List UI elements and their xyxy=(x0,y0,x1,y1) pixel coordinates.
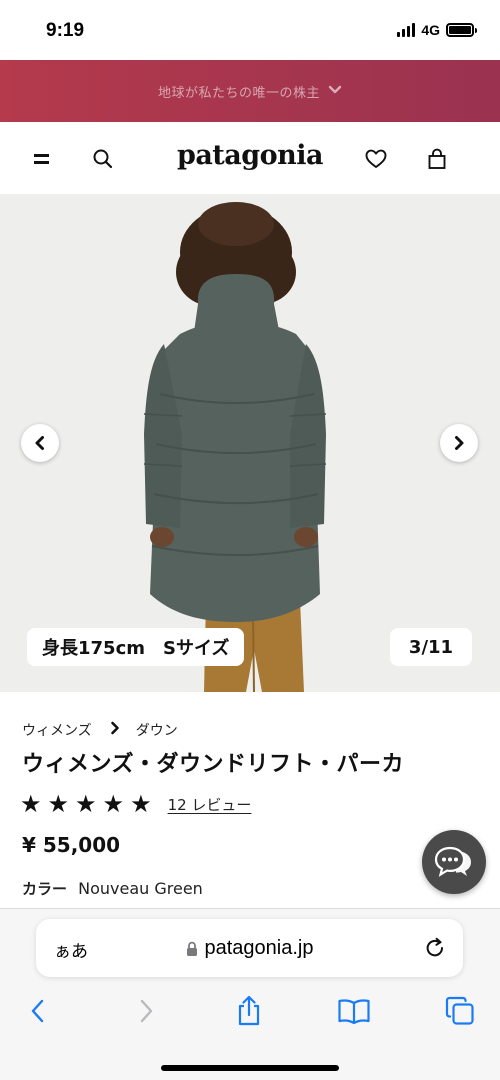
battery-level xyxy=(449,26,471,34)
reload-icon xyxy=(426,937,444,957)
browser-forward-button[interactable] xyxy=(128,993,164,1029)
reload-button[interactable] xyxy=(422,935,448,961)
browser-toolbar: ぁあ patagonia.jp xyxy=(0,908,500,1080)
product-rating[interactable]: ★ ★ ★ ★ ★ 12 レビュー xyxy=(20,792,251,816)
product-price: ¥ 55,000 xyxy=(22,833,121,857)
status-bar: 9:19 4G xyxy=(0,0,500,60)
star-icon: ★ xyxy=(102,790,125,818)
url-text: patagonia.jp xyxy=(204,937,314,959)
model-size-caption: 身長175cm Sサイズ xyxy=(27,628,245,666)
product-photo xyxy=(0,194,500,692)
reviews-link[interactable]: 12 レビュー xyxy=(168,794,252,815)
status-indicators: 4G xyxy=(397,22,477,38)
color-value: Nouveau Green xyxy=(78,879,203,898)
star-icon: ★ xyxy=(130,790,152,818)
back-icon xyxy=(31,999,44,1023)
bookmarks-button[interactable] xyxy=(336,993,372,1029)
battery-icon xyxy=(446,23,477,37)
forward-icon xyxy=(140,999,153,1023)
product-info: ウィメンズ ダウン ウィメンズ・ダウンドリフト・パーカ ★ ★ ★ ★ ★ 12 レビュ… xyxy=(0,692,500,908)
next-image-button[interactable] xyxy=(440,424,478,462)
browser-back-button[interactable] xyxy=(20,993,56,1029)
lock-icon xyxy=(186,941,197,956)
chat-bubbles-icon xyxy=(434,846,471,877)
star-icon: ★ xyxy=(20,790,42,818)
home-indicator xyxy=(161,1065,339,1071)
chevron-down-icon xyxy=(328,83,342,99)
promo-text: 地球が私たちの唯一の株主 xyxy=(157,85,320,101)
tabs-icon xyxy=(445,996,474,1025)
product-image-gallery[interactable]: 身長175cm Sサイズ 3/11 xyxy=(0,194,500,692)
star-rating: ★ ★ ★ ★ ★ xyxy=(20,792,152,816)
network-label: 4G xyxy=(421,22,440,38)
heart-icon[interactable] xyxy=(361,144,391,174)
address-bar[interactable]: ぁあ patagonia.jp xyxy=(36,919,463,977)
bookmarks-icon xyxy=(338,999,370,1024)
star-icon: ★ xyxy=(47,790,70,818)
image-counter: 3/11 xyxy=(390,628,472,666)
breadcrumb-item-womens[interactable]: ウィメンズ xyxy=(22,720,92,740)
chevron-left-icon xyxy=(35,436,44,450)
promo-banner[interactable]: 地球が私たちの唯一の株主 xyxy=(0,60,500,122)
cellular-signal-icon xyxy=(397,23,416,37)
bag-icon[interactable] xyxy=(422,144,452,174)
chevron-right-icon xyxy=(110,721,120,739)
share-icon xyxy=(238,995,260,1026)
color-label: カラー xyxy=(22,880,68,898)
breadcrumb: ウィメンズ ダウン xyxy=(22,720,178,740)
chevron-right-icon xyxy=(455,436,464,450)
star-icon: ★ xyxy=(75,790,97,818)
site-header: patagonia xyxy=(0,122,500,194)
share-button[interactable] xyxy=(231,993,267,1029)
product-title: ウィメンズ・ダウンドリフト・パーカ xyxy=(22,752,405,777)
previous-image-button[interactable] xyxy=(21,424,59,462)
color-row: カラー Nouveau Green xyxy=(22,878,203,899)
chat-button[interactable] xyxy=(422,830,486,894)
url-display[interactable]: patagonia.jp xyxy=(36,937,463,960)
status-time: 9:19 xyxy=(46,20,85,41)
breadcrumb-item-down[interactable]: ダウン xyxy=(136,720,178,740)
tabs-button[interactable] xyxy=(442,993,478,1029)
